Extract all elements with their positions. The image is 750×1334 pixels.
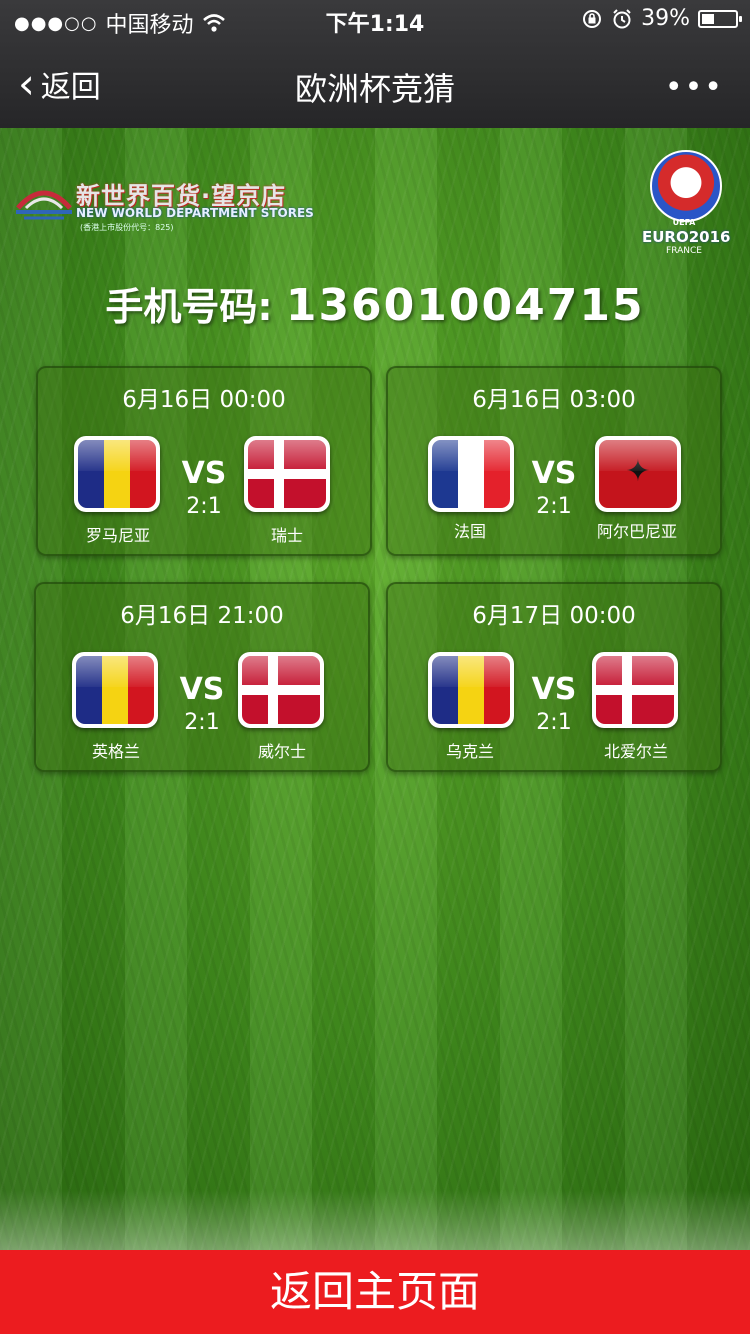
top-bar: ●●●○○ 中国移动 下午1:14 39% ‹ 返回 欧洲杯竞猜 ••• (0, 0, 750, 128)
chevron-left-icon: ‹ (18, 59, 35, 108)
euro2016-logo: UEFA EURO2016 FRANCE (642, 150, 731, 260)
match-time: 6月16日 00:00 (122, 387, 286, 413)
trophy-icon (650, 150, 722, 222)
home-team-name: 法国 (453, 522, 486, 541)
match-card[interactable]: 6月16日 03:00 VS 2:1 ✦ 法国 阿尔巴尼亚 (386, 366, 722, 556)
match-time: 6月16日 21:00 (120, 603, 284, 629)
back-label: 返回 (40, 70, 101, 105)
rotation-lock-icon (583, 9, 602, 28)
away-team-name: 北爱尔兰 (603, 742, 668, 761)
grass-field-background: 新世界百货·望京店 NEW WORLD DEPARTMENT STORES (香… (0, 128, 750, 1250)
back-button[interactable]: ‹ 返回 (18, 62, 101, 106)
status-bar: ●●●○○ 中国移动 下午1:14 39% (0, 0, 750, 40)
phone-number: 13601004715 (285, 280, 645, 331)
away-team-name: 阿尔巴尼亚 (596, 522, 677, 541)
france-label: FRANCE (666, 246, 702, 256)
denmark-flag-icon (244, 436, 330, 512)
battery-percent: 39% (641, 6, 690, 31)
match-time: 6月17日 00:00 (472, 603, 636, 629)
page-title: 欧洲杯竞猜 (294, 70, 455, 108)
battery-icon (698, 9, 742, 28)
phone-label: 手机号码: (105, 285, 273, 329)
store-name-en: NEW WORLD DEPARTMENT STORES (76, 206, 314, 220)
more-menu-button[interactable]: ••• (665, 70, 724, 105)
alarm-icon (613, 8, 631, 28)
match-card[interactable]: 6月16日 00:00 VS 2:1 罗马尼亚 瑞士 (36, 366, 372, 556)
store-emblem-icon (16, 190, 72, 220)
match-card[interactable]: 6月16日 21:00 VS 2:1 英格兰 威尔士 (34, 582, 370, 772)
away-team-name: 瑞士 (270, 526, 303, 545)
eagle-icon: ✦ (625, 454, 651, 489)
uefa-label: UEFA (672, 218, 696, 227)
home-team-name: 乌克兰 (445, 742, 494, 761)
return-home-button[interactable]: 返回主页面 (0, 1250, 750, 1334)
home-team-name: 罗马尼亚 (85, 526, 150, 545)
nav-bar: ‹ 返回 欧洲杯竞猜 ••• (0, 44, 750, 128)
away-team-name: 威尔士 (257, 742, 306, 761)
match-card[interactable]: 6月17日 00:00 VS 2:1 乌克兰 北爱尔兰 (386, 582, 722, 772)
euro-label: EURO2016 (642, 228, 731, 246)
match-time: 6月16日 03:00 (472, 387, 636, 413)
phone-number-line: 手机号码: 13601004715 (0, 276, 750, 331)
store-logo: 新世界百货·望京店 NEW WORLD DEPARTMENT STORES (香… (14, 174, 314, 236)
denmark-flag-icon (592, 652, 678, 728)
home-team-name: 英格兰 (91, 742, 140, 761)
store-stock-code: (香港上市股份代号：825) (80, 223, 174, 232)
denmark-flag-icon (238, 652, 324, 728)
albania-flag-icon: ✦ (595, 436, 681, 512)
